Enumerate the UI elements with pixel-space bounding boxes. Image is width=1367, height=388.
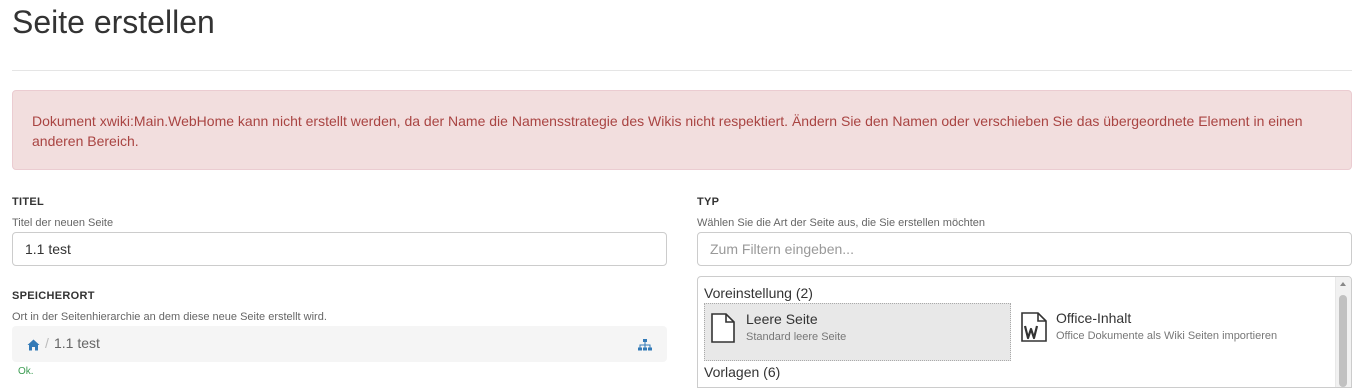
title-hint: Titel der neuen Seite — [12, 217, 114, 229]
type-tile-blank-page[interactable]: Leere Seite Standard leere Seite — [704, 303, 1011, 361]
page-title: Seite erstellen — [12, 4, 215, 40]
type-filter-input[interactable]: Zum Filtern eingeben... — [697, 232, 1352, 266]
blank-page-icon — [710, 313, 736, 348]
title-input[interactable]: 1.1 test — [12, 232, 667, 266]
home-icon[interactable] — [27, 338, 40, 356]
type-list-scrollbar[interactable] — [1335, 277, 1351, 387]
type-hint: Wählen Sie die Art der Seite aus, die Si… — [697, 217, 985, 229]
tile-name: Office-Inhalt — [1056, 310, 1132, 326]
sitemap-icon[interactable] — [638, 338, 652, 356]
scroll-up-arrow-icon[interactable] — [1340, 282, 1346, 286]
location-status: Ok. — [18, 366, 34, 377]
breadcrumb-current-page: 1.1 test — [54, 335, 100, 351]
type-tile-office-content[interactable]: Office-Inhalt Office Dokumente als Wiki … — [1015, 303, 1322, 361]
tile-name: Leere Seite — [746, 311, 818, 327]
title-divider — [12, 70, 1352, 71]
type-label: TYP — [697, 196, 720, 208]
tile-description: Office Dokumente als Wiki Seiten importi… — [1056, 330, 1278, 342]
tile-description: Standard leere Seite — [746, 331, 847, 343]
location-label: SPEICHERORT — [12, 290, 95, 302]
location-breadcrumb: / 1.1 test — [12, 326, 667, 362]
group-title-defaults: Voreinstellung (2) — [704, 285, 813, 301]
group-title-templates: Vorlagen (6) — [704, 364, 781, 380]
error-message: Dokument xwiki:Main.WebHome kann nicht e… — [32, 113, 1303, 149]
type-list: Voreinstellung (2) Leere Seite Standard … — [697, 276, 1352, 388]
word-document-icon — [1020, 312, 1048, 347]
title-label: TITEL — [12, 196, 45, 208]
location-hint: Ort in der Seitenhierarchie an dem diese… — [12, 311, 327, 323]
breadcrumb-separator: / — [45, 335, 49, 351]
scroll-thumb[interactable] — [1339, 295, 1347, 387]
error-alert: Dokument xwiki:Main.WebHome kann nicht e… — [12, 90, 1352, 170]
